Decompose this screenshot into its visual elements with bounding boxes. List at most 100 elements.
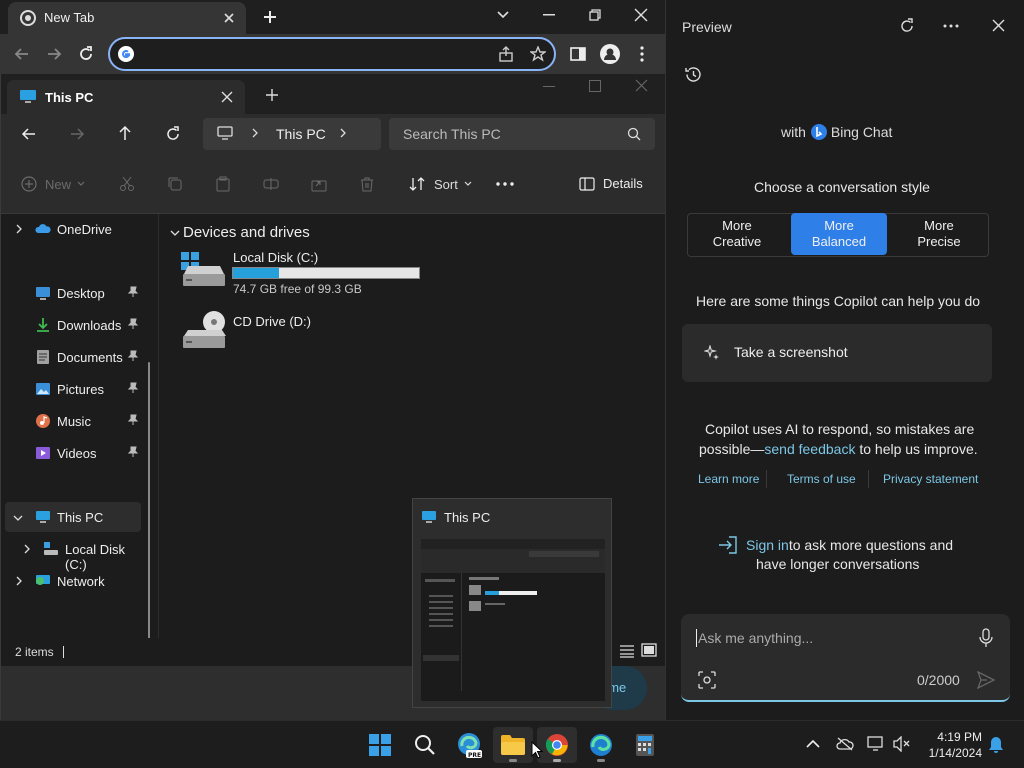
pin-icon[interactable]	[127, 446, 139, 458]
side-panel-icon[interactable]	[564, 40, 592, 68]
sidebar-item-downloads[interactable]: Downloads	[5, 310, 141, 340]
screenshot-capture-icon[interactable]	[698, 671, 716, 689]
show-hidden-icons-chevron-icon[interactable]	[806, 739, 820, 749]
pin-icon[interactable]	[127, 318, 139, 330]
taskbar-search-button[interactable]	[405, 727, 445, 763]
notification-bell-icon[interactable]	[988, 736, 1004, 754]
microphone-icon[interactable]	[979, 628, 993, 648]
close-window-icon[interactable]	[634, 8, 648, 22]
sidebar-item-onedrive[interactable]: OneDrive	[5, 214, 141, 244]
group-collapse-chevron-icon[interactable]	[170, 229, 180, 237]
back-arrow-icon[interactable]	[8, 40, 36, 68]
refresh-icon[interactable]	[165, 126, 181, 142]
start-button[interactable]	[360, 727, 400, 763]
tiles-view-icon[interactable]	[641, 643, 657, 657]
sort-button[interactable]: Sort	[409, 176, 472, 192]
sidebar-item-documents[interactable]: Documents	[5, 342, 141, 372]
explorer-tab-this-pc[interactable]: This PC	[7, 80, 245, 114]
delete-trash-icon[interactable]	[359, 176, 375, 192]
monitor-icon	[217, 126, 233, 140]
terms-of-use-link[interactable]: Terms of use	[787, 472, 856, 486]
forward-arrow-icon[interactable]	[40, 40, 68, 68]
pin-icon[interactable]	[127, 414, 139, 426]
profile-avatar-icon[interactable]	[596, 40, 624, 68]
sidebar-item-music[interactable]: Music	[5, 406, 141, 436]
close-explorer-tab-icon[interactable]	[221, 91, 233, 103]
share-icon[interactable]	[498, 46, 514, 62]
taskbar-thumbnail-preview[interactable]: This PC	[412, 498, 612, 708]
breadcrumb-this-pc[interactable]: This PC	[276, 126, 326, 142]
search-icon[interactable]	[627, 127, 641, 141]
details-view-icon[interactable]	[619, 644, 635, 658]
explorer-maximize-icon[interactable]	[589, 80, 601, 92]
taskbar-file-explorer-button[interactable]	[493, 727, 533, 763]
sidebar-item-desktop[interactable]: Desktop	[5, 278, 141, 308]
sparkle-icon	[704, 345, 719, 360]
more-options-ellipsis-icon[interactable]	[496, 182, 514, 186]
learn-more-link[interactable]: Learn more	[698, 472, 759, 486]
chrome-logo-icon	[20, 10, 36, 26]
breadcrumb-chevron-icon[interactable]	[251, 128, 259, 138]
up-arrow-icon[interactable]	[117, 125, 133, 141]
network-status-icon[interactable]	[867, 736, 885, 752]
style-more-creative-button[interactable]: More Creative	[687, 213, 787, 255]
restore-icon[interactable]	[589, 9, 601, 21]
cloud-offline-icon[interactable]	[836, 737, 854, 751]
suggestion-take-screenshot[interactable]: Take a screenshot	[682, 324, 992, 382]
pin-icon[interactable]	[127, 382, 139, 394]
taskbar-edge-button[interactable]	[581, 727, 621, 763]
volume-muted-icon[interactable]	[893, 736, 911, 752]
taskbar-edge-pre-button[interactable]: PRE	[449, 727, 489, 763]
minimize-icon[interactable]	[543, 14, 555, 16]
more-menu-kebab-icon[interactable]	[628, 40, 656, 68]
breadcrumb-chevron-end-icon[interactable]	[339, 128, 347, 138]
taskbar: PRE 4:19 PM 1/14/2024	[0, 720, 1024, 768]
copy-icon[interactable]	[167, 176, 183, 192]
sidebar-item-local-disk[interactable]: Local Disk (C:)	[5, 534, 141, 572]
omnibox[interactable]	[108, 37, 556, 71]
sidebar-item-network[interactable]: Network	[5, 566, 141, 596]
explorer-minimize-icon[interactable]	[543, 86, 555, 88]
new-tab-plus-icon[interactable]	[262, 9, 278, 25]
reload-icon[interactable]	[72, 40, 100, 68]
privacy-statement-link[interactable]: Privacy statement	[883, 472, 978, 486]
share-explorer-icon[interactable]	[311, 176, 327, 192]
tab-search-chevron-icon[interactable]	[496, 10, 510, 20]
sign-in-link[interactable]: Sign in	[746, 537, 789, 553]
style-more-precise-button[interactable]: More Precise	[889, 213, 989, 255]
chat-input-box[interactable]: Ask me anything... 0/2000	[681, 614, 1010, 702]
address-bar[interactable]: This PC	[203, 118, 381, 150]
history-clock-icon[interactable]	[685, 66, 702, 83]
drive-d-name: CD Drive (D:)	[233, 314, 311, 329]
drive-local-disk-c[interactable]: Local Disk (C:) 74.7 GB free of 99.3 GB	[180, 248, 422, 296]
bookmark-star-icon[interactable]	[530, 46, 546, 62]
folder-icon	[501, 735, 525, 755]
system-clock[interactable]: 4:19 PM 1/14/2024	[918, 729, 982, 761]
pin-icon[interactable]	[127, 350, 139, 362]
style-more-balanced-button[interactable]: More Balanced	[791, 213, 887, 255]
explorer-close-icon[interactable]	[635, 79, 648, 92]
cut-icon[interactable]	[119, 176, 135, 192]
pin-icon[interactable]	[127, 286, 139, 298]
details-button[interactable]: Details	[579, 176, 643, 191]
copilot-refresh-icon[interactable]	[899, 18, 915, 34]
sidebar-item-pictures[interactable]: Pictures	[5, 374, 141, 404]
explorer-forward-icon[interactable]	[69, 126, 85, 142]
sidebar-item-this-pc[interactable]: This PC	[5, 502, 141, 532]
send-arrow-icon[interactable]	[977, 671, 995, 689]
rename-icon[interactable]	[263, 176, 279, 192]
explorer-search-input[interactable]: Search This PC	[389, 118, 655, 150]
send-feedback-link[interactable]: send feedback	[764, 441, 855, 457]
explorer-back-icon[interactable]	[21, 126, 37, 142]
new-explorer-tab-plus-icon[interactable]	[265, 88, 279, 102]
copilot-more-ellipsis-icon[interactable]	[943, 24, 959, 28]
drive-cd-d[interactable]: CD Drive (D:)	[180, 310, 340, 354]
taskbar-calculator-button[interactable]	[625, 727, 665, 763]
paste-icon[interactable]	[215, 176, 231, 192]
taskbar-chrome-button[interactable]	[537, 727, 577, 763]
close-tab-icon[interactable]	[222, 11, 236, 25]
sidebar-item-videos[interactable]: Videos	[5, 438, 141, 468]
new-button[interactable]: New	[21, 176, 85, 192]
copilot-close-icon[interactable]	[992, 19, 1005, 32]
chrome-tab-new-tab[interactable]: New Tab	[8, 2, 246, 34]
